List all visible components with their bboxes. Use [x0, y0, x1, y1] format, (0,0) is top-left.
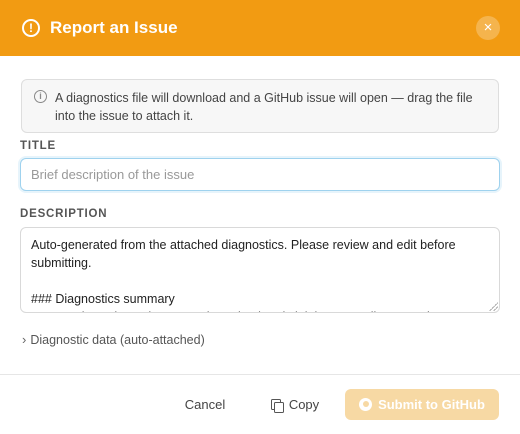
title-label: TITLE: [20, 140, 56, 152]
copy-label: Copy: [288, 397, 320, 412]
diagnostic-data-label: Diagnostic data (auto-attached): [30, 332, 205, 347]
title-input[interactable]: [20, 158, 500, 191]
description-textarea[interactable]: Auto-generated from the attached diagnos…: [20, 227, 500, 313]
submit-label: Submit to GitHub: [378, 397, 485, 412]
close-icon: ×: [483, 19, 493, 36]
dialog-title: Report an Issue: [50, 18, 178, 37]
chevron-right-icon: ›: [22, 332, 27, 347]
info-notice: i A diagnostics file will download and a…: [21, 79, 499, 133]
dialog-header: ! Report an Issue ×: [0, 0, 520, 56]
info-text: A diagnostics file will download and a G…: [55, 91, 473, 123]
github-icon: [359, 398, 373, 411]
copy-button[interactable]: Copy: [262, 389, 328, 420]
description-label: DESCRIPTION: [20, 208, 108, 220]
alert-icon: !: [22, 19, 40, 37]
footer-divider: [0, 374, 520, 375]
cancel-button[interactable]: Cancel: [172, 389, 238, 420]
copy-icon: [270, 398, 284, 413]
submit-to-github-button[interactable]: Submit to GitHub: [345, 389, 499, 420]
close-button[interactable]: ×: [476, 16, 500, 40]
diagnostic-data-toggle[interactable]: › Diagnostic data (auto-attached): [22, 332, 205, 347]
info-icon: i: [34, 90, 47, 103]
resize-grip[interactable]: [488, 301, 498, 311]
